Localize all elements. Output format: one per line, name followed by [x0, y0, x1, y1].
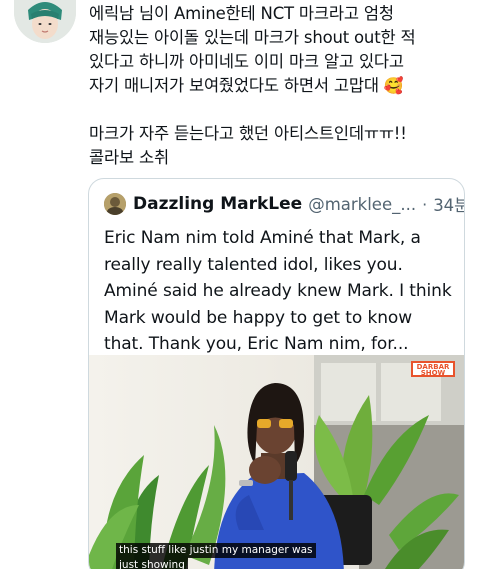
tweet-text-part2: 마크가 자주 듣는다고 했던 아티스트인데ㅠㅠ!! 콜라보 소취 — [89, 124, 407, 167]
quoted-tweet-text: Eric Nam nim told Aminé that Mark, a rea… — [104, 228, 452, 354]
quoted-author-avatar[interactable] — [104, 193, 126, 215]
video-subtitle-line-1: this stuff like justin my manager was — [116, 543, 316, 558]
tweet-body: 에릭남 님이 Amine한테 NCT 마크라고 엄청 재능있는 아이돌 있는데 … — [89, 2, 469, 170]
smiling-face-hearts-emoji: 🥰 — [383, 76, 404, 95]
quoted-tweet[interactable]: Dazzling MarkLee @marklee_... · 34분 Eric… — [88, 178, 465, 569]
author-avatar[interactable] — [14, 0, 76, 43]
avatar-image — [14, 0, 76, 43]
quoted-tweet-header: Dazzling MarkLee @marklee_... · 34분 — [104, 191, 464, 217]
quoted-handle[interactable]: @marklee_... — [308, 195, 416, 214]
quoted-avatar-image — [104, 193, 126, 215]
quoted-media-video[interactable]: DARBAR SHOW this stuff like justin my ma… — [89, 355, 464, 569]
channel-logo: DARBAR SHOW — [411, 361, 455, 377]
video-thumbnail-image — [89, 355, 464, 569]
quoted-display-name[interactable]: Dazzling MarkLee — [133, 194, 302, 214]
quoted-timestamp[interactable]: 34분 — [433, 192, 464, 216]
separator-dot: · — [422, 194, 428, 214]
tweet-text-part1: 에릭남 님이 Amine한테 NCT 마크라고 엄청 재능있는 아이돌 있는데 … — [89, 4, 416, 95]
video-subtitle-line-2: just showing — [116, 558, 188, 569]
